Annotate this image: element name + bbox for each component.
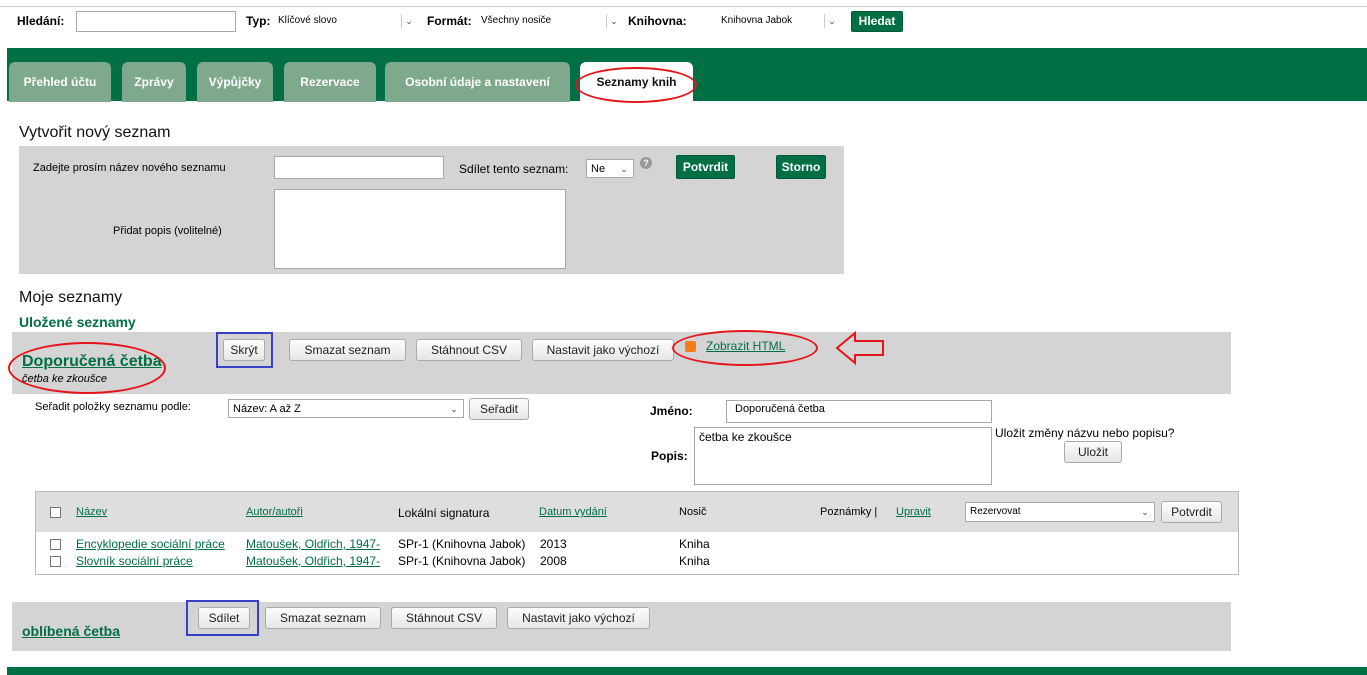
list2-name-link[interactable]: oblíbená četba — [22, 623, 120, 639]
create-cancel-button[interactable]: Storno — [776, 155, 826, 179]
type-label: Typ: — [246, 14, 271, 28]
create-confirm-button[interactable]: Potvrdit — [676, 155, 735, 179]
description-textarea[interactable] — [274, 189, 566, 269]
new-list-name-input[interactable] — [274, 156, 444, 179]
list2-set-default-button[interactable]: Nastavit jako výchozí — [507, 607, 650, 629]
annotation-arrow-icon — [835, 330, 884, 366]
tab-personal-settings[interactable]: Osobní údaje a nastavení — [385, 62, 570, 102]
library-select[interactable]: Knihovna Jabok ⌄ — [715, 12, 841, 31]
item-title-link[interactable]: Slovník sociální práce — [76, 554, 193, 568]
tab-account-overview[interactable]: Přehled účtu — [9, 62, 111, 102]
bulk-action-select[interactable]: Rezervovat ⌄ — [965, 502, 1155, 522]
item-format: Kniha — [679, 554, 710, 568]
search-input[interactable] — [76, 11, 236, 32]
item-author-link[interactable]: Matoušek, Oldřich, 1947- — [246, 554, 380, 568]
annotation-circle — [672, 330, 818, 366]
row-checkbox[interactable] — [50, 539, 61, 550]
edit-description-textarea[interactable]: četba ke zkoušce — [694, 427, 992, 485]
col-title-sort-link[interactable]: Název — [76, 506, 107, 518]
sort-select[interactable]: Název: A až Z ⌄ — [228, 399, 464, 418]
library-select-value: Knihovna Jabok — [721, 15, 793, 26]
share-label: Sdílet tento seznam: — [459, 162, 569, 176]
col-notes-header: Poznámky | — [820, 506, 878, 518]
sort-button[interactable]: Seřadit — [469, 398, 529, 420]
edit-name-input[interactable]: Doporučená četba — [726, 400, 992, 423]
edit-name-label: Jméno: — [650, 404, 693, 418]
col-date-sort-link[interactable]: Datum vydání — [539, 506, 607, 518]
format-label: Formát: — [427, 14, 472, 28]
col-format-header: Nosič — [679, 506, 707, 518]
share-select-value: Ne — [591, 163, 606, 175]
search-label: Hledání: — [17, 14, 65, 28]
type-select[interactable]: Klíčové slovo ⌄ — [274, 12, 418, 31]
chevron-down-icon: ⌄ — [450, 404, 458, 414]
set-default-button[interactable]: Nastavit jako výchozí — [532, 339, 674, 361]
item-callno: SPr-1 (Knihovna Jabok) — [398, 537, 526, 551]
tab-holds[interactable]: Rezervace — [284, 62, 376, 102]
saved-lists-title: Uložené seznamy — [19, 314, 136, 330]
share-select[interactable]: Ne ⌄ — [586, 159, 634, 178]
item-callno: SPr-1 (Knihovna Jabok) — [398, 554, 526, 568]
col-author-sort-link[interactable]: Autor/autoři — [246, 506, 303, 518]
item-format: Kniha — [679, 537, 710, 551]
chevron-down-icon: ⌄ — [606, 14, 621, 28]
save-changes-button[interactable]: Uložit — [1064, 441, 1122, 463]
annotation-circle — [575, 67, 697, 103]
sort-label: Seřadit položky seznamu podle: — [35, 401, 191, 413]
annotation-box — [186, 600, 259, 636]
footer-bar — [7, 667, 1367, 675]
search-button[interactable]: Hledat — [851, 11, 903, 32]
tab-loans[interactable]: Výpůjčky — [197, 62, 273, 102]
select-all-checkbox[interactable] — [50, 507, 61, 518]
description-label: Přidat popis (volitelné) — [113, 225, 222, 237]
type-select-value: Klíčové slovo — [278, 15, 337, 26]
library-label: Knihovna: — [628, 14, 687, 28]
chevron-down-icon: ⌄ — [620, 164, 628, 174]
new-list-name-label: Zadejte prosím název nového seznamu — [33, 162, 226, 174]
tab-messages[interactable]: Zprávy — [122, 62, 186, 102]
create-list-title: Vytvořit nový seznam — [19, 124, 171, 141]
chevron-down-icon: ⌄ — [1141, 507, 1149, 517]
help-icon[interactable]: ? — [640, 157, 652, 169]
annotation-circle — [8, 342, 166, 394]
my-lists-title: Moje seznamy — [19, 289, 123, 306]
chevron-down-icon: ⌄ — [824, 14, 839, 28]
delete-list-button[interactable]: Smazat seznam — [289, 339, 406, 361]
item-date: 2013 — [540, 537, 567, 551]
download-csv-button[interactable]: Stáhnout CSV — [416, 339, 522, 361]
format-select-value: Všechny nosiče — [481, 15, 552, 26]
sort-select-value: Název: A až Z — [233, 403, 301, 415]
list2-delete-button[interactable]: Smazat seznam — [265, 607, 381, 629]
edit-notes-link[interactable]: Upravit — [896, 506, 931, 518]
item-date: 2008 — [540, 554, 567, 568]
save-changes-prompt: Uložit změny názvu nebo popisu? — [995, 426, 1175, 440]
list2-download-csv-button[interactable]: Stáhnout CSV — [391, 607, 497, 629]
chevron-down-icon: ⌄ — [401, 14, 416, 28]
col-callno-header: Lokální signatura — [398, 506, 490, 520]
row-checkbox[interactable] — [50, 556, 61, 567]
item-title-link[interactable]: Encyklopedie sociální práce — [76, 537, 225, 551]
annotation-box — [216, 332, 273, 368]
top-border — [0, 6, 1367, 7]
edit-description-label: Popis: — [651, 449, 688, 463]
bulk-action-value: Rezervovat — [970, 506, 1021, 517]
bulk-action-confirm-button[interactable]: Potvrdit — [1161, 501, 1222, 523]
item-author-link[interactable]: Matoušek, Oldřich, 1947- — [246, 537, 380, 551]
format-select[interactable]: Všechny nosiče ⌄ — [477, 12, 623, 31]
